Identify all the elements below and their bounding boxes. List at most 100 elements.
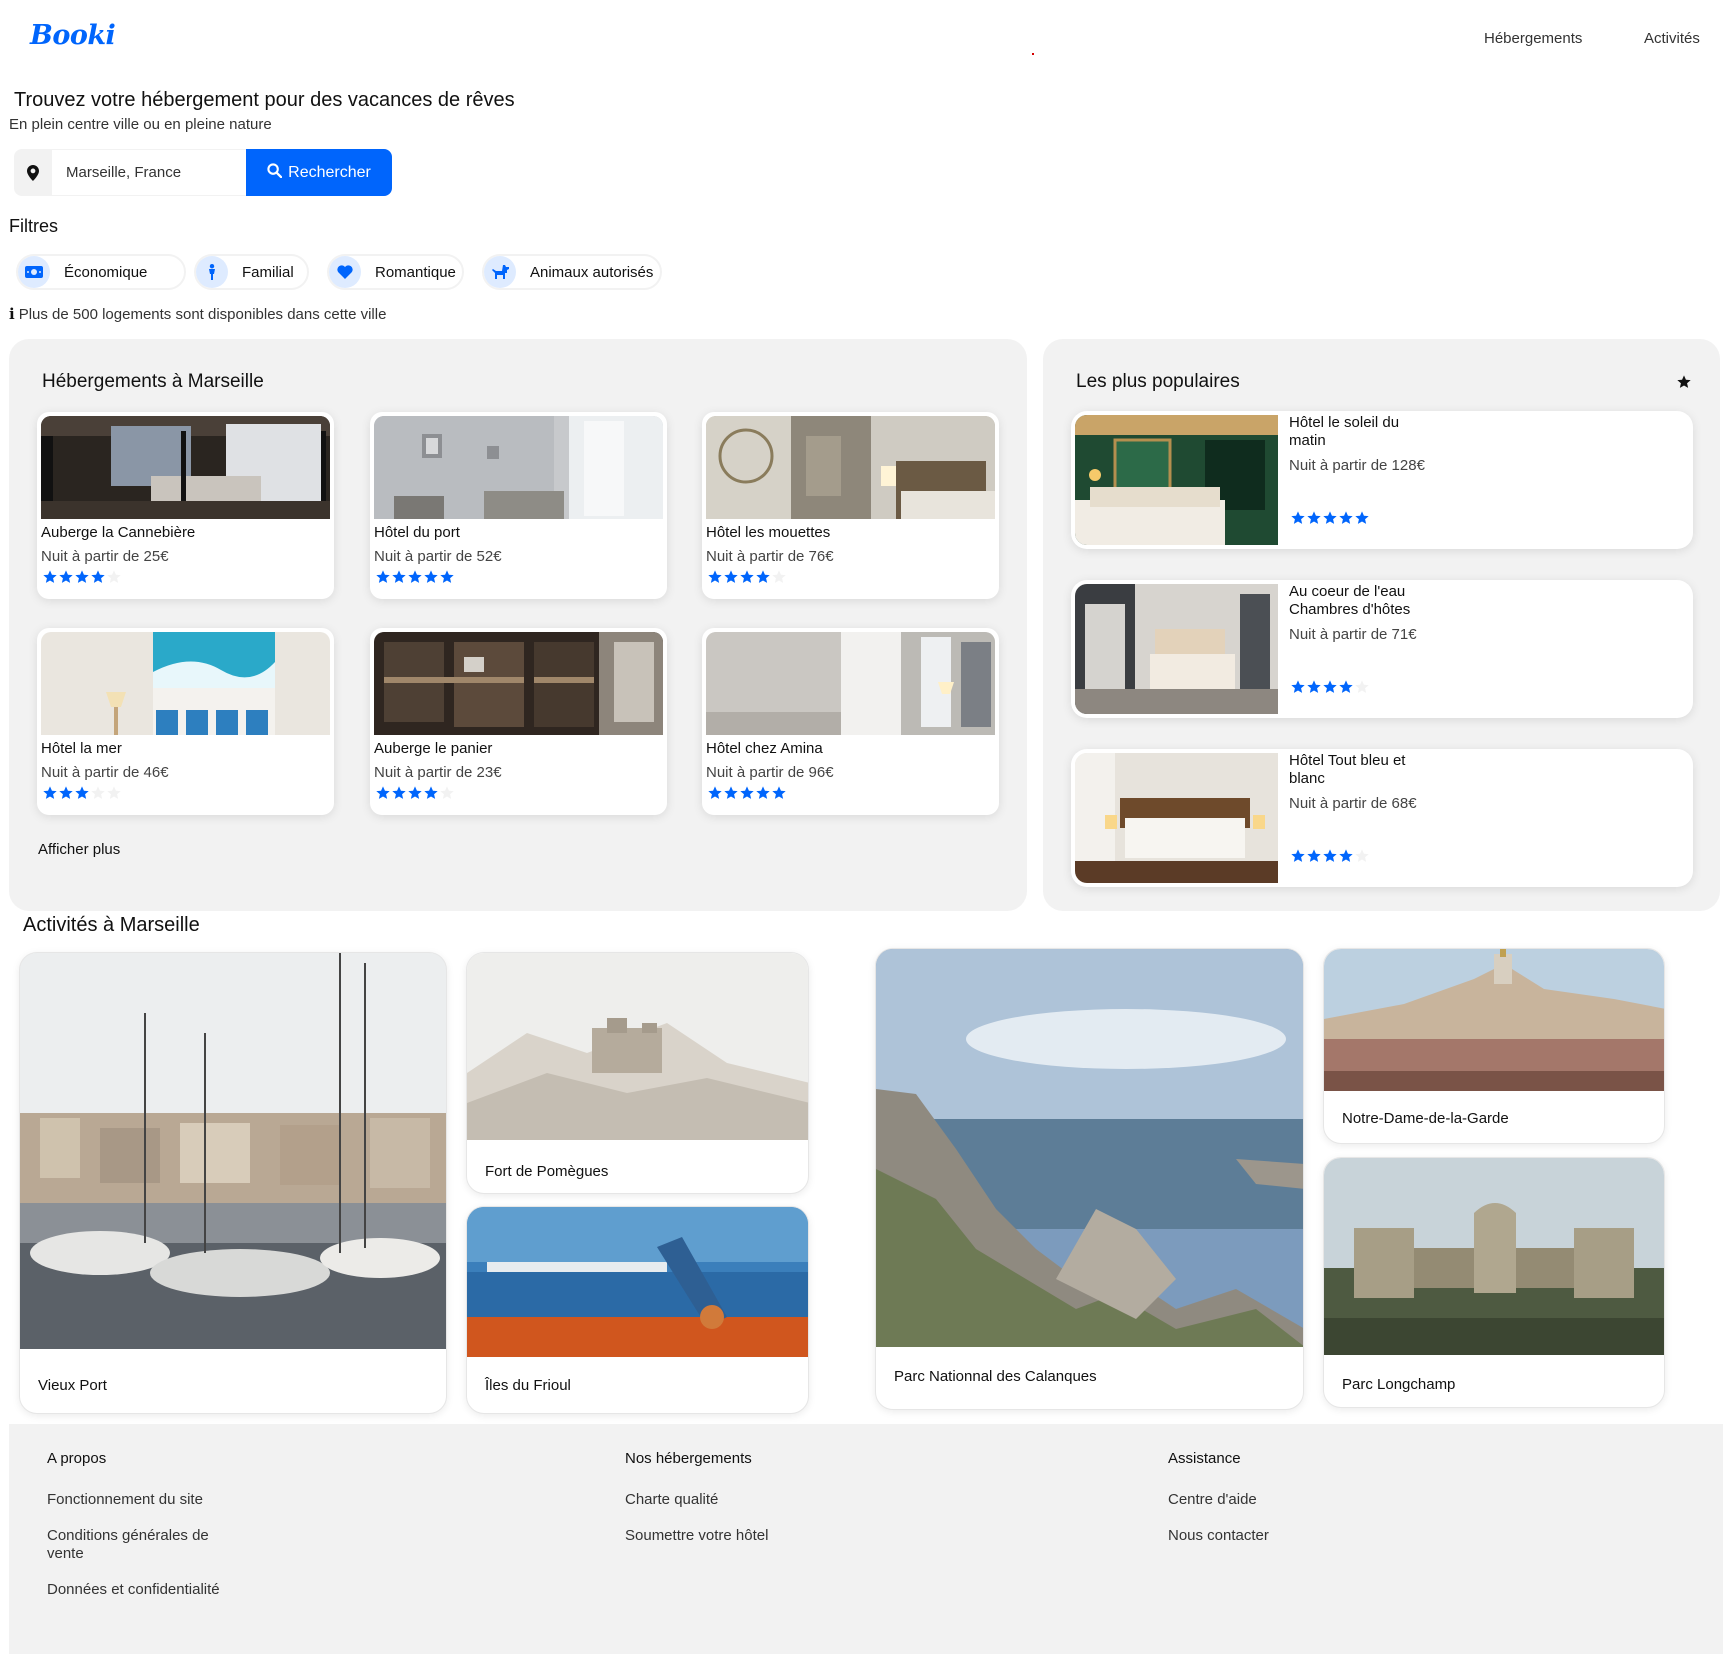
activites-title: Activités à Marseille	[23, 914, 200, 936]
popular-card[interactable]: Hôtel Tout bleu et blanc Nuit à partir d…	[1071, 749, 1693, 887]
heart-icon	[329, 256, 361, 288]
popular-name: Hôtel Tout bleu et blanc	[1289, 752, 1406, 787]
filter-label: Familial	[242, 263, 294, 281]
filter-animaux[interactable]: Animaux autorisés	[482, 254, 662, 290]
star-filled-icon	[1307, 511, 1321, 524]
booki-logo[interactable]: Booki	[30, 20, 116, 51]
hebergement-price: Nuit à partir de 25€	[41, 548, 169, 565]
star-filled-icon	[1291, 511, 1305, 524]
footer-col-hebergements: Nos hébergements Charte qualité Soumettr…	[625, 1450, 768, 1563]
star-filled-icon	[1355, 511, 1369, 524]
popular-photo	[1075, 753, 1278, 883]
footer-link[interactable]: Soumettre votre hôtel	[625, 1527, 768, 1545]
footer-link[interactable]: Centre d'aide	[1168, 1491, 1269, 1509]
footer-col-title: A propos	[47, 1450, 107, 1467]
populaires-panel: Les plus populaires Hôtel le soleil du m…	[1043, 339, 1720, 911]
activity-card[interactable]: Fort de Pomègues	[466, 952, 809, 1194]
hebergement-name: Hôtel du port	[374, 524, 460, 541]
activity-card[interactable]: Îles du Frioul	[466, 1206, 809, 1414]
footer-link[interactable]: Nous contacter	[1168, 1527, 1269, 1545]
star-empty-icon	[772, 570, 786, 583]
star-filled-icon	[1323, 511, 1337, 524]
popular-name: Hôtel le soleil du matin	[1289, 414, 1400, 449]
star-filled-icon	[1323, 680, 1337, 693]
star-empty-icon	[107, 786, 121, 799]
search-input[interactable]	[52, 149, 260, 196]
filter-label: Animaux autorisés	[530, 263, 654, 281]
star-empty-icon	[1355, 680, 1369, 693]
info-icon: i	[9, 305, 15, 323]
star-filled-icon	[376, 786, 390, 799]
star-empty-icon	[91, 786, 105, 799]
hebergement-card[interactable]: Auberge la Cannebière Nuit à partir de 2…	[37, 412, 334, 599]
activity-card[interactable]: Parc Nationnal des Calanques	[875, 948, 1304, 1410]
footer-link[interactable]: Données et confidentialité	[47, 1581, 237, 1599]
star-filled-icon	[424, 570, 438, 583]
footer-link[interactable]: Conditions générales de vente	[47, 1527, 237, 1563]
hebergement-card[interactable]: Hôtel la mer Nuit à partir de 46€	[37, 628, 334, 815]
hebergement-photo	[374, 632, 663, 735]
footer-col-title: Nos hébergements	[625, 1450, 752, 1467]
hebergement-name: Hôtel la mer	[41, 740, 122, 757]
activity-card[interactable]: Vieux Port	[19, 952, 447, 1414]
hebergement-photo	[41, 632, 330, 735]
filter-label: Romantique	[375, 263, 456, 281]
hebergement-card[interactable]: Auberge le panier Nuit à partir de 23€	[370, 628, 667, 815]
hebergements-title: Hébergements à Marseille	[42, 371, 264, 392]
activity-photo	[876, 949, 1303, 1347]
popular-card[interactable]: Hôtel le soleil du matin Nuit à partir d…	[1071, 411, 1693, 549]
hebergement-name: Hôtel chez Amina	[706, 740, 823, 757]
search-bar: Rechercher	[14, 149, 392, 196]
populaires-title: Les plus populaires	[1076, 371, 1240, 392]
star-filled-icon	[392, 786, 406, 799]
star-filled-icon	[756, 570, 770, 583]
footer-link[interactable]: Fonctionnement du site	[47, 1491, 237, 1509]
star-empty-icon	[1355, 849, 1369, 862]
star-filled-icon	[408, 786, 422, 799]
star-filled-icon	[75, 570, 89, 583]
dog-icon	[484, 256, 516, 288]
activity-card[interactable]: Notre-Dame-de-la-Garde	[1323, 948, 1665, 1144]
star-filled-icon	[1291, 680, 1305, 693]
star-icon	[1676, 374, 1692, 395]
footer-col-assistance: Assistance Centre d'aide Nous contacter	[1168, 1450, 1269, 1563]
star-filled-icon	[708, 786, 722, 799]
star-filled-icon	[91, 570, 105, 583]
star-filled-icon	[424, 786, 438, 799]
hebergement-card[interactable]: Hôtel les mouettes Nuit à partir de 76€	[702, 412, 999, 599]
popular-name: Au coeur de l'eau Chambres d'hôtes	[1289, 583, 1411, 618]
popular-price: Nuit à partir de 71€	[1289, 626, 1417, 643]
popular-price: Nuit à partir de 128€	[1289, 457, 1425, 474]
hebergement-card[interactable]: Hôtel chez Amina Nuit à partir de 96€	[702, 628, 999, 815]
activity-photo	[20, 953, 446, 1349]
star-filled-icon	[724, 786, 738, 799]
star-filled-icon	[740, 570, 754, 583]
star-filled-icon	[1339, 680, 1353, 693]
activity-label: Parc Longchamp	[1342, 1376, 1456, 1393]
star-filled-icon	[708, 570, 722, 583]
filter-familial[interactable]: Familial	[194, 254, 309, 290]
activity-label: Notre-Dame-de-la-Garde	[1342, 1110, 1509, 1127]
show-more-link[interactable]: Afficher plus	[38, 841, 120, 858]
money-icon	[18, 256, 50, 288]
filter-romantique[interactable]: Romantique	[327, 254, 464, 290]
star-empty-icon	[107, 570, 121, 583]
activity-card[interactable]: Parc Longchamp	[1323, 1157, 1665, 1408]
star-rating	[707, 785, 787, 806]
search-button[interactable]: Rechercher	[246, 149, 392, 196]
star-filled-icon	[1339, 511, 1353, 524]
nav-hebergements[interactable]: Hébergements	[1484, 30, 1582, 47]
star-filled-icon	[440, 570, 454, 583]
popular-price: Nuit à partir de 68€	[1289, 795, 1417, 812]
star-filled-icon	[740, 786, 754, 799]
nav-activites[interactable]: Activités	[1644, 30, 1700, 47]
hebergement-name: Auberge le panier	[374, 740, 493, 757]
footer-link[interactable]: Charte qualité	[625, 1491, 768, 1509]
child-icon	[196, 256, 228, 288]
popular-card[interactable]: Au coeur de l'eau Chambres d'hôtes Nuit …	[1071, 580, 1693, 718]
hebergement-card[interactable]: Hôtel du port Nuit à partir de 52€	[370, 412, 667, 599]
filter-economique[interactable]: Économique	[16, 254, 186, 290]
location-pin-icon	[14, 149, 52, 196]
hebergement-name: Hôtel les mouettes	[706, 524, 831, 541]
hebergement-photo	[374, 416, 663, 519]
